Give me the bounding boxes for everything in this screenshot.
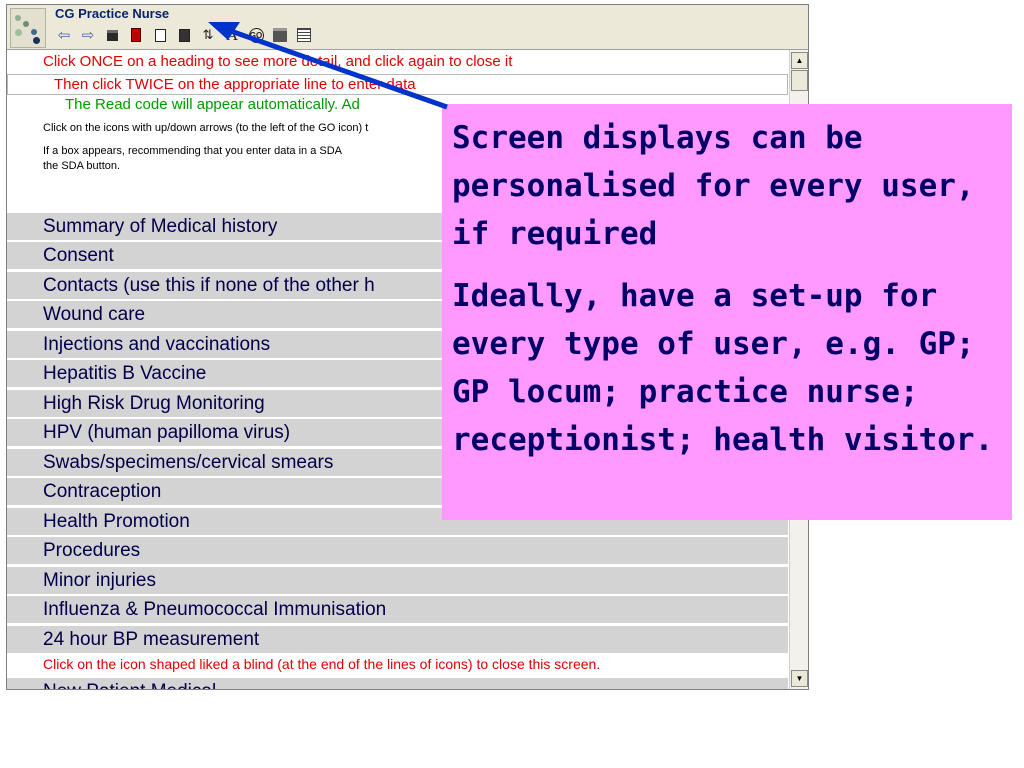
- callout-paragraph: Screen displays can be personalised for …: [452, 120, 975, 252]
- book-icon[interactable]: [125, 26, 147, 44]
- notes-icon[interactable]: [173, 26, 195, 44]
- scroll-thumb[interactable]: [791, 70, 808, 91]
- close-instruction: Click on the icon shaped liked a blind (…: [43, 656, 601, 672]
- instruction-line: Click ONCE on a heading to see more deta…: [43, 53, 513, 70]
- up-down-arrows-icon[interactable]: ⇅: [197, 26, 219, 44]
- heading-row[interactable]: Minor injuries: [7, 566, 788, 594]
- instruction-line: Then click TWICE on the appropriate line…: [7, 74, 788, 95]
- annotation-callout: Screen displays can be personalised for …: [442, 104, 1012, 520]
- folder-icon[interactable]: [101, 26, 123, 44]
- scroll-up-icon[interactable]: ▲: [791, 52, 808, 69]
- heading-row[interactable]: 24 hour BP measurement: [7, 625, 788, 653]
- printer-icon[interactable]: [269, 26, 291, 44]
- scroll-down-icon[interactable]: ▼: [791, 670, 808, 687]
- heading-row-partial[interactable]: New Patient Medical: [7, 677, 788, 689]
- heading-row[interactable]: Procedures: [7, 536, 788, 564]
- go-icon[interactable]: GO: [245, 26, 267, 44]
- heading-row[interactable]: Influenza & Pneumococcal Immunisation: [7, 595, 788, 623]
- forward-arrow-icon[interactable]: ⇨: [77, 26, 99, 44]
- window-header: CG Practice Nurse ⇦ ⇨ ⇅ A GO: [7, 5, 808, 50]
- back-arrow-icon[interactable]: ⇦: [53, 26, 75, 44]
- toolbar: ⇦ ⇨ ⇅ A GO: [53, 25, 317, 45]
- app-logo-icon: [10, 8, 46, 48]
- document-icon[interactable]: [149, 26, 171, 44]
- font-icon[interactable]: A: [221, 26, 243, 44]
- app-title: CG Practice Nurse: [55, 6, 170, 21]
- callout-paragraph: Ideally, have a set-up for every type of…: [452, 278, 994, 458]
- blind-icon[interactable]: [293, 26, 315, 44]
